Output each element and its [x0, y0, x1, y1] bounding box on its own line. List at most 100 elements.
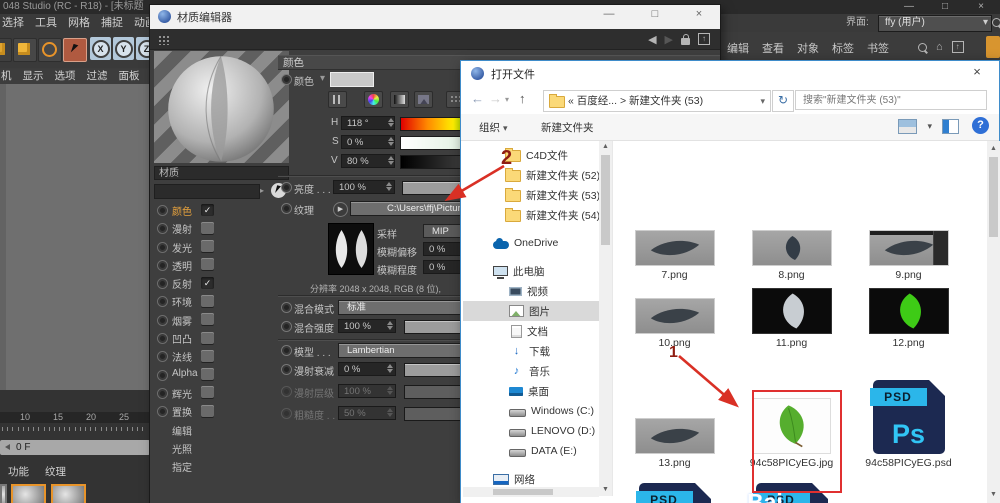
material-editor-titlebar[interactable]: 材质编辑器 — □ × — [150, 5, 720, 30]
radio-dot-icon[interactable] — [281, 386, 292, 397]
chevron-down-icon[interactable] — [505, 95, 509, 104]
timeline-ruler[interactable]: 10 15 20 25 — [0, 412, 152, 423]
close-icon[interactable]: × — [968, 0, 994, 13]
radio-dot-icon[interactable] — [157, 259, 168, 271]
breadcrumb-current[interactable]: 新建文件夹 (53) — [629, 95, 703, 107]
saturation-value[interactable]: 0 % — [341, 135, 395, 149]
sidebar-item-新建文件夹 (53)[interactable]: 新建文件夹 (53) — [463, 185, 600, 205]
refresh-icon[interactable]: ↻ — [772, 90, 794, 112]
viewport-menu-item[interactable]: 过滤 — [87, 69, 108, 84]
channel-checkbox[interactable] — [201, 276, 214, 289]
scrollbar-thumb[interactable] — [601, 155, 610, 245]
frame-field[interactable]: 0 F — [0, 440, 150, 455]
stepper-icon[interactable] — [387, 364, 394, 373]
up-arrow-icon[interactable]: ↑ — [519, 91, 526, 106]
axis-y-button[interactable]: Y — [113, 37, 134, 60]
maximize-icon[interactable]: □ — [932, 0, 958, 13]
radio-dot-icon[interactable] — [157, 406, 168, 418]
channel-action[interactable]: 光照 — [157, 440, 293, 458]
radio-dot-icon[interactable] — [281, 345, 292, 356]
viewport-menu-item[interactable]: 面板 — [119, 69, 140, 84]
sidebar-item-文档[interactable]: 文档 — [463, 321, 599, 341]
file-item[interactable]: 10.png — [616, 261, 733, 349]
file-item[interactable]: 94c58PICyEG.jpg — [733, 346, 850, 469]
radio-dot-icon[interactable] — [281, 74, 292, 85]
channel-checkbox[interactable] — [201, 294, 214, 307]
material-thumbnail[interactable] — [51, 484, 86, 503]
radio-dot-icon[interactable] — [281, 364, 292, 375]
cube-tool-icon[interactable] — [13, 38, 37, 62]
radio-dot-icon[interactable] — [157, 314, 168, 326]
material-thumbnail[interactable] — [11, 484, 46, 503]
search-icon[interactable] — [918, 42, 927, 52]
help-button[interactable]: ? — [972, 117, 989, 134]
sidebar-item-此电脑[interactable]: 此电脑 — [463, 261, 599, 281]
panel-edge-icon[interactable] — [986, 36, 1000, 58]
stepper-icon[interactable] — [388, 137, 395, 146]
channel-action[interactable]: 编辑 — [157, 422, 293, 440]
maximize-icon[interactable]: □ — [640, 8, 670, 20]
material-preview[interactable] — [154, 51, 289, 163]
main-menu-item[interactable]: 选择 — [2, 14, 24, 32]
manager-tab-功能[interactable]: 功能 — [8, 464, 29, 479]
channel-item[interactable]: 辉光 — [157, 385, 293, 403]
tree-hscrollbar[interactable] — [463, 487, 599, 497]
channel-item[interactable]: 烟雾 — [157, 312, 293, 330]
preview-pane-icon[interactable] — [942, 119, 959, 134]
channel-item[interactable]: 反射 — [157, 275, 293, 293]
scroll-up-icon[interactable]: ▲ — [599, 141, 612, 153]
sidebar-item-DATA (E:)[interactable]: DATA (E:) — [463, 441, 599, 461]
right-menu-item[interactable]: 对象 — [797, 40, 819, 56]
back-arrow-icon[interactable]: ← — [471, 91, 484, 106]
channel-item[interactable]: 透明 — [157, 257, 293, 275]
channel-checkbox[interactable] — [201, 331, 214, 344]
file-item[interactable]: PSDPs未标题_2.psdBaijingya — [733, 471, 850, 503]
stepper-icon[interactable] — [388, 156, 395, 165]
radio-dot-icon[interactable] — [157, 278, 168, 290]
sidebar-item-音乐[interactable]: ♪ 音乐 — [463, 361, 599, 381]
channel-item[interactable]: 发光 — [157, 239, 293, 257]
channel-item[interactable]: 凹凸 — [157, 330, 293, 348]
sidebar-item-图片[interactable]: 图片 — [463, 301, 599, 321]
home-icon[interactable]: ⌂ — [936, 41, 943, 53]
viewport-menu-item[interactable]: 选项 — [55, 69, 76, 84]
new-folder-button[interactable]: 新建文件夹 — [541, 120, 594, 135]
channel-item[interactable]: 漫射 — [157, 220, 293, 238]
hue-value[interactable]: 118 ° — [341, 116, 395, 130]
file-item[interactable]: 11.png — [733, 261, 850, 349]
sidebar-item-网络[interactable]: 网络 — [463, 469, 599, 489]
channel-checkbox[interactable] — [201, 258, 214, 271]
drag-handle-icon[interactable] — [158, 35, 171, 45]
chevron-down-icon[interactable] — [927, 121, 932, 132]
minimize-icon[interactable]: — — [896, 0, 922, 13]
lock-icon[interactable] — [681, 33, 690, 45]
rotate-tool-icon[interactable] — [38, 38, 62, 62]
search-input[interactable]: 搜索"新建文件夹 (53)" — [795, 90, 987, 110]
sidebar-item-桌面[interactable]: 桌面 — [463, 381, 599, 401]
stepper-icon[interactable] — [388, 118, 395, 127]
radio-dot-icon[interactable] — [281, 321, 292, 332]
axis-x-button[interactable]: X — [90, 37, 111, 60]
up-icon[interactable]: ↑ — [698, 33, 710, 45]
radio-dot-icon[interactable] — [281, 302, 292, 313]
channel-checkbox[interactable] — [201, 203, 214, 216]
radio-dot-icon[interactable] — [157, 351, 168, 363]
sidebar-item-Windows (C:)[interactable]: Windows (C:) — [463, 401, 599, 421]
sidebar-item-下载[interactable]: ↓ 下载 — [463, 341, 599, 361]
file-item[interactable]: PSDPs未标题_1.psd — [616, 471, 733, 503]
channel-checkbox[interactable] — [201, 349, 214, 362]
viewport[interactable] — [0, 84, 158, 390]
main-menu-item[interactable]: 网格 — [68, 14, 90, 32]
radio-dot-icon[interactable] — [281, 203, 292, 214]
texture-thumbnail[interactable] — [328, 223, 374, 275]
scroll-down-icon[interactable]: ▼ — [987, 489, 1000, 501]
channel-item[interactable]: 法线 — [157, 348, 293, 366]
dialog-titlebar[interactable]: 打开文件 × — [461, 61, 999, 86]
up-icon[interactable]: ↑ — [951, 41, 964, 53]
chevron-down-icon[interactable] — [320, 73, 325, 84]
channel-checkbox[interactable] — [201, 404, 214, 417]
radio-dot-icon[interactable] — [157, 205, 168, 216]
sidebar-item-LENOVO (D:)[interactable]: LENOVO (D:) — [463, 421, 599, 441]
radio-dot-icon[interactable] — [157, 241, 168, 253]
color-swatch[interactable] — [330, 72, 374, 87]
